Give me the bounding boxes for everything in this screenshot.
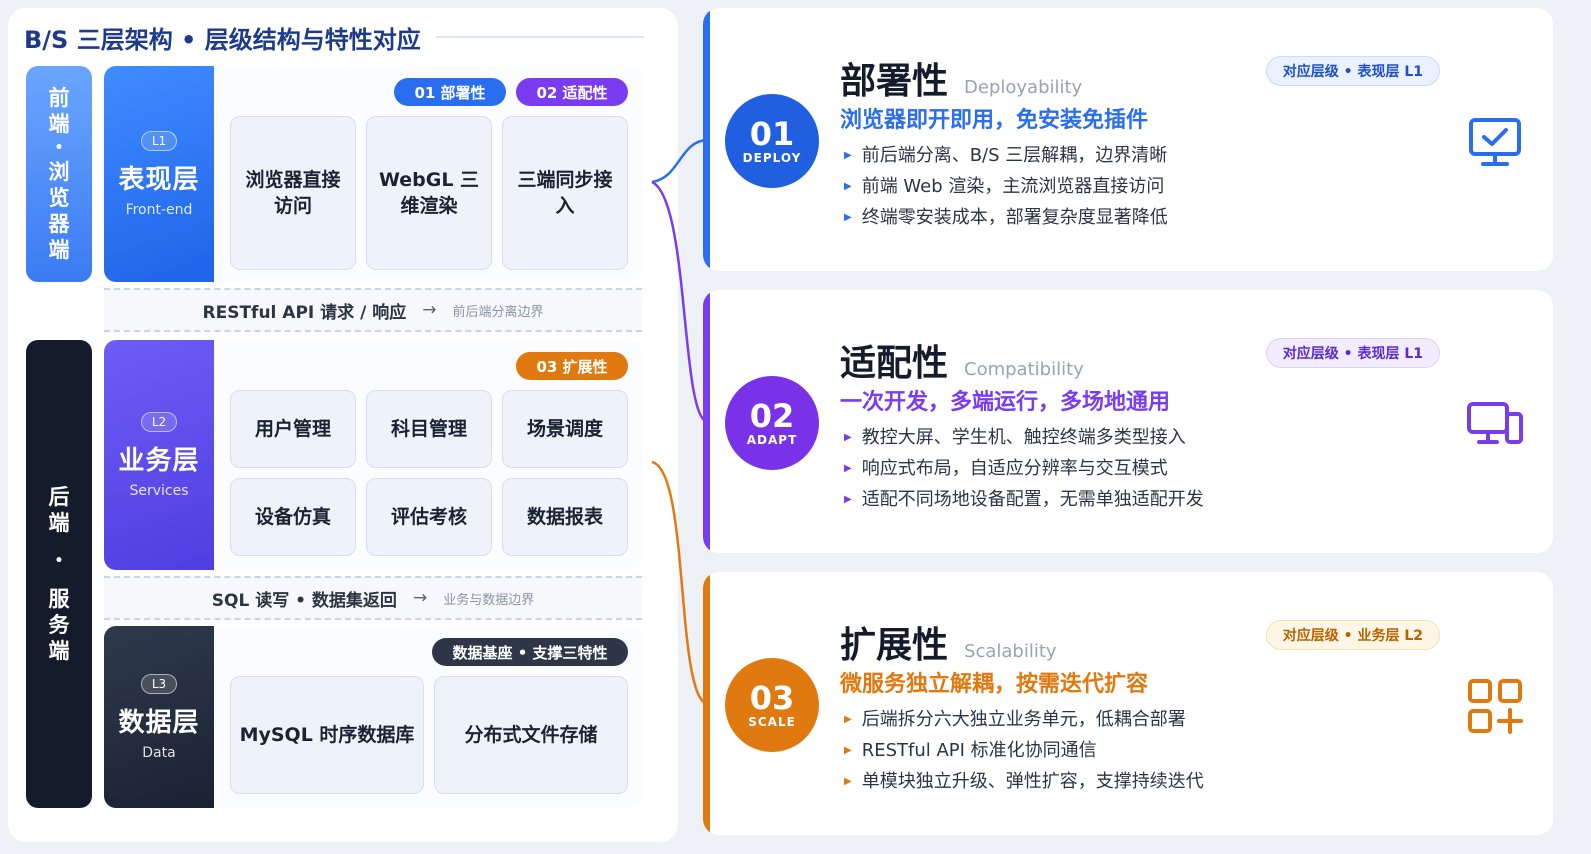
bullet-text: RESTful API 标准化协同通信 [861, 740, 1097, 761]
feature-subtitle: 微服务独立解耦，按需迭代扩容 [840, 672, 1149, 697]
feature-title: 扩展性 [840, 625, 949, 666]
monitor-check-icon [1469, 118, 1521, 166]
triangle-bullet-icon: ▶ [844, 463, 852, 474]
bullet-item: ▶ 前后端分离、B/S 三层解耦，边界清晰 [844, 140, 1168, 171]
bullet-item: ▶ 响应式布局，自适应分辨率与交互模式 [844, 453, 1204, 484]
feature-bullets: ▶ 后端拆分六大独立业务单元，低耦合部署 ▶ RESTful API 标准化协同通信… [844, 704, 1204, 797]
layer-mapping-badge: 对应层级 • 表现层 L1 [1265, 56, 1440, 86]
feature-keyword: DEPLOY [742, 151, 802, 165]
link-deploy [651, 138, 709, 184]
triangle-bullet-icon: ▶ [844, 181, 852, 192]
apps-add-icon [1468, 679, 1523, 734]
triangle-bullet-icon: ▶ [844, 714, 852, 725]
bullet-text: 适配不同场地设备配置，无需单独适配开发 [861, 489, 1204, 510]
bullet-item: ▶ 后端拆分六大独立业务单元，低耦合部署 [844, 704, 1204, 735]
card-title: 扩展性 Scalability [840, 616, 1057, 668]
feature-keyword: SCALE [748, 715, 796, 729]
accent-bar [703, 572, 710, 835]
feature-number: 03 [749, 679, 795, 717]
bullet-item: ▶ RESTful API 标准化协同通信 [844, 735, 1204, 766]
feature-subtitle: 一次开发，多端运行，多场地通用 [840, 390, 1171, 415]
feature-bullets: ▶ 教控大屏、学生机、触控终端多类型接入 ▶ 响应式布局，自适应分辨率与交互模式 ▶… [844, 422, 1204, 515]
accent-bar [703, 290, 710, 553]
bullet-text: 后端拆分六大独立业务单元，低耦合部署 [861, 709, 1186, 730]
feature-title-en: Deployability [964, 77, 1083, 98]
triangle-bullet-icon: ▶ [844, 212, 852, 223]
card-title: 适配性 Compatibility [840, 334, 1084, 386]
triangle-bullet-icon: ▶ [844, 150, 852, 161]
bullet-text: 教控大屏、学生机、触控终端多类型接入 [861, 427, 1186, 448]
bullet-item: ▶ 前端 Web 渲染，主流浏览器直接访问 [844, 171, 1168, 202]
triangle-bullet-icon: ▶ [844, 745, 852, 756]
bullet-text: 前后端分离、B/S 三层解耦，边界清晰 [861, 145, 1168, 166]
card-title: 部署性 Deployability [840, 52, 1082, 104]
feature-title-en: Compatibility [964, 359, 1084, 380]
feature-title: 适配性 [840, 343, 949, 384]
accent-bar [703, 8, 710, 271]
bullet-item: ▶ 终端零安装成本，部署复杂度显著降低 [844, 202, 1168, 233]
feature-number: 02 [749, 397, 795, 435]
triangle-bullet-icon: ▶ [844, 432, 852, 443]
bullet-item: ▶ 单模块独立升级、弹性扩容，支撑持续迭代 [844, 766, 1204, 797]
layer-mapping-badge: 对应层级 • 表现层 L1 [1265, 338, 1440, 368]
triangle-bullet-icon: ▶ [844, 494, 852, 505]
link-scale [651, 460, 709, 706]
link-adapt [651, 180, 709, 424]
bullet-text: 响应式布局，自适应分辨率与交互模式 [861, 458, 1168, 479]
feature-title: 部署性 [840, 61, 949, 102]
feature-title-en: Scalability [964, 641, 1057, 662]
feature-keyword: ADAPT [746, 433, 798, 447]
devices-icon [1467, 402, 1523, 444]
layer-mapping-badge: 对应层级 • 业务层 L2 [1265, 620, 1440, 650]
number-badge: 03 SCALE [725, 658, 819, 752]
number-badge: 01 DEPLOY [725, 94, 819, 188]
bullet-item: ▶ 教控大屏、学生机、触控终端多类型接入 [844, 422, 1204, 453]
feature-card-adapt: 02 ADAPT 适配性 Compatibility 对应层级 • 表现层 L1… [703, 290, 1553, 553]
triangle-bullet-icon: ▶ [844, 776, 852, 787]
bullet-text: 单模块独立升级、弹性扩容，支撑持续迭代 [861, 771, 1204, 792]
feature-number: 01 [749, 115, 795, 153]
number-badge: 02 ADAPT [725, 376, 819, 470]
bullet-item: ▶ 适配不同场地设备配置，无需单独适配开发 [844, 484, 1204, 515]
feature-bullets: ▶ 前后端分离、B/S 三层解耦，边界清晰 ▶ 前端 Web 渲染，主流浏览器直接访… [844, 140, 1168, 233]
bullet-text: 终端零安装成本，部署复杂度显著降低 [861, 207, 1168, 228]
bullet-text: 前端 Web 渲染，主流浏览器直接访问 [861, 176, 1165, 197]
feature-subtitle: 浏览器即开即用，免安装免插件 [840, 108, 1149, 133]
feature-card-deploy: 01 DEPLOY 部署性 Deployability 对应层级 • 表现层 L… [703, 8, 1553, 271]
feature-card-scale: 03 SCALE 扩展性 Scalability 对应层级 • 业务层 L2 微… [703, 572, 1553, 835]
